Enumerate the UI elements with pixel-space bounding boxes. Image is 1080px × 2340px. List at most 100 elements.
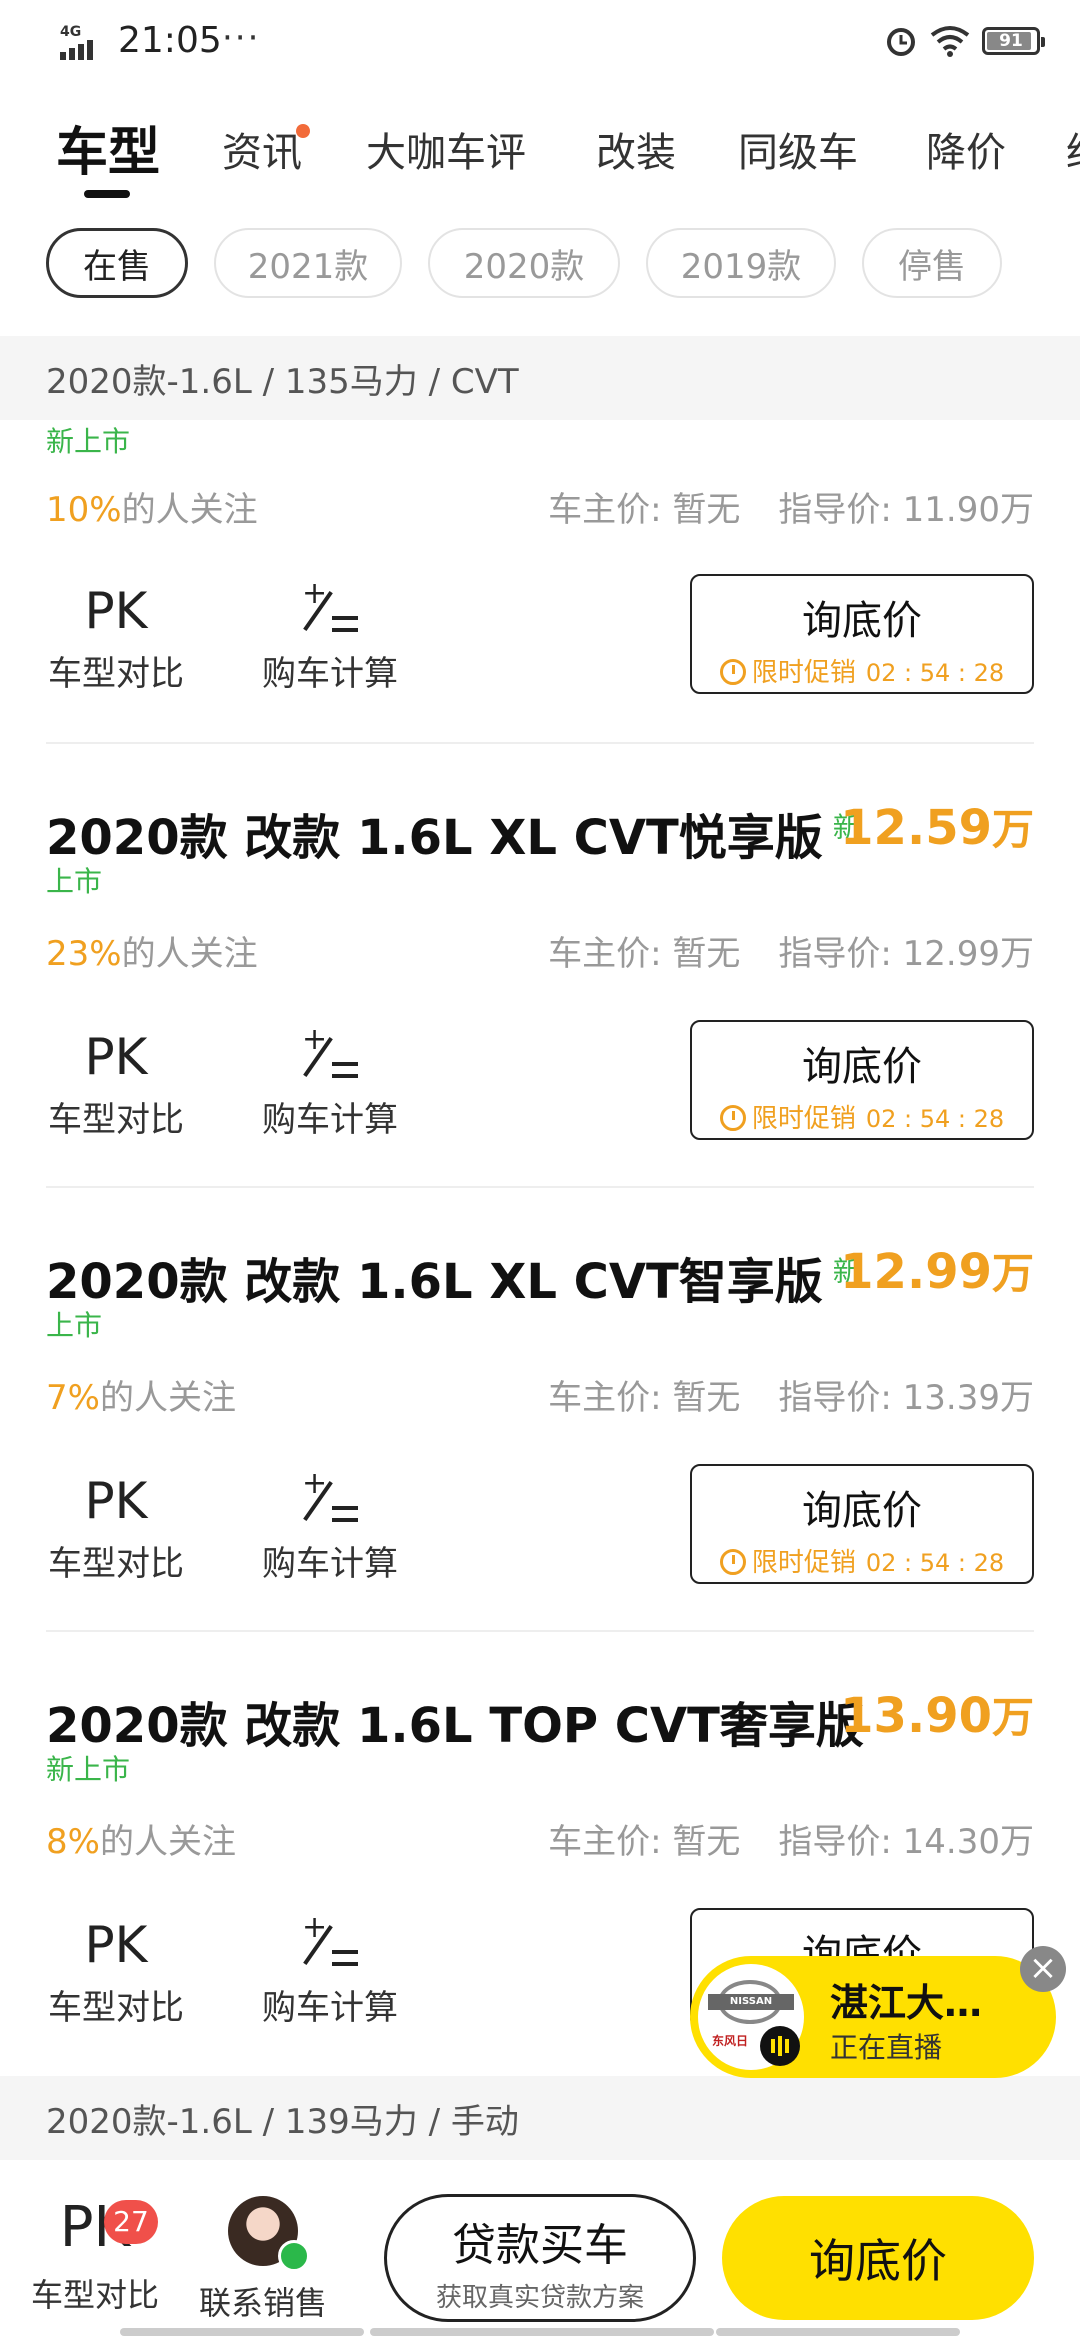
notification-dots: ··· bbox=[222, 18, 261, 58]
calculator-button[interactable]: + 购车计算 bbox=[260, 576, 400, 695]
filter-on-sale[interactable]: 在售 bbox=[46, 228, 188, 298]
wechat-icon bbox=[278, 2240, 310, 2272]
pk-icon: PK bbox=[84, 582, 148, 640]
promo-label: 限时促销 bbox=[751, 658, 856, 688]
attention-suffix: 的人关注 bbox=[99, 1822, 236, 1862]
status-time: 21:05 bbox=[118, 20, 222, 61]
filter-discontinued[interactable]: 停售 bbox=[862, 228, 1002, 298]
tab-expert-reviews[interactable]: 大咖车评 bbox=[366, 120, 526, 178]
inquiry-label: 询底价 bbox=[802, 1044, 922, 1090]
inquiry-button[interactable]: 询底价 限时促销 02 : 54 : 28 bbox=[690, 574, 1034, 694]
guide-price: 指导价: 11.90万 bbox=[778, 490, 1034, 530]
countdown: 02 : 54 : 28 bbox=[865, 659, 1005, 687]
promo-countdown: 限时促销 02 : 54 : 28 bbox=[692, 1098, 1032, 1135]
trim-title: 2020款 改款 1.6L XL CVT悦享版新 bbox=[46, 798, 861, 868]
bottom-action-bar: PK 27 车型对比 联系销售 贷款买车 获取真实贷款方案 询底价 bbox=[0, 2160, 1080, 2340]
live-audio-icon bbox=[760, 2026, 800, 2066]
inquiry-button[interactable]: 询底价 限时促销 02 : 54 : 28 bbox=[690, 1020, 1034, 1140]
group-header: 2020款-1.6L / 139马力 / 手动 bbox=[0, 2076, 1080, 2160]
list-item[interactable]: 2020款 改款 1.6L XL CVT悦享版新 上市 12.59万 23%的人… bbox=[0, 744, 1080, 1186]
clock-icon bbox=[719, 1549, 746, 1575]
compare-count-badge: 27 bbox=[104, 2200, 158, 2244]
calculator-button[interactable]: + 购车计算 bbox=[260, 1022, 400, 1141]
new-tag: 新上市 bbox=[46, 425, 131, 458]
trim-title: 2020款 改款 1.6L XL CVT智享版新 bbox=[46, 1242, 861, 1312]
compare-tab[interactable]: PK 27 车型对比 bbox=[30, 2196, 160, 2316]
filter-2020[interactable]: 2020款 bbox=[428, 228, 620, 298]
owner-price: 车主价: 暂无 bbox=[548, 1822, 741, 1862]
year-filter: 在售 2021款 2020款 2019款 停售 bbox=[0, 228, 1080, 300]
compare-button[interactable]: PK 车型对比 bbox=[46, 580, 186, 695]
calculator-button[interactable]: + 购车计算 bbox=[260, 1910, 400, 2029]
calculator-icon: + bbox=[300, 1466, 360, 1532]
pk-icon: PK bbox=[84, 1916, 148, 1974]
trim-name: 2020款 改款 1.6L XL CVT悦享版 bbox=[46, 810, 823, 866]
calculator-label: 购车计算 bbox=[262, 1544, 398, 1584]
contact-sales-button[interactable]: 联系销售 bbox=[198, 2196, 328, 2324]
trim-price: 12.59万 bbox=[840, 796, 1034, 857]
owner-price: 车主价: 暂无 bbox=[548, 1378, 741, 1418]
clock-icon bbox=[719, 659, 746, 685]
live-stream-widget[interactable]: NISSAN 东风日 湛江大… 正在直播 bbox=[690, 1956, 1056, 2078]
avatar bbox=[228, 2196, 310, 2272]
attention-percent: 23% bbox=[46, 934, 122, 974]
trim-price: 12.99万 bbox=[840, 1240, 1034, 1301]
attention-rate: 10%的人关注 bbox=[46, 482, 258, 531]
tab-price-drop[interactable]: 降价 bbox=[926, 120, 1006, 178]
logo-subtext: 东风日 bbox=[712, 2034, 749, 2048]
price-value: 12.99 bbox=[840, 1244, 992, 1300]
filter-2019[interactable]: 2019款 bbox=[646, 228, 836, 298]
tab-dealers[interactable]: 经 bbox=[1066, 120, 1080, 178]
guide-price: 指导价: 13.39万 bbox=[778, 1378, 1034, 1418]
home-indicator bbox=[716, 2328, 960, 2336]
new-tag-cont: 上市 bbox=[46, 1309, 103, 1342]
list-item[interactable]: 2020款 改款 1.6L XL CVT智享版新 上市 12.99万 7%的人关… bbox=[0, 1188, 1080, 1632]
countdown: 02 : 54 : 28 bbox=[865, 1549, 1005, 1577]
logo-text: NISSAN bbox=[708, 1994, 794, 2010]
loan-label: 贷款买车 bbox=[452, 2220, 628, 2271]
battery-icon: 91 bbox=[982, 27, 1045, 55]
network-type: 4G bbox=[60, 24, 82, 40]
attention-percent: 10% bbox=[46, 490, 122, 530]
inquiry-label: 询底价 bbox=[802, 598, 922, 644]
list-item: 新上市 10%的人关注 车主价: 暂无 指导价: 11.90万 PK 车型对比 +… bbox=[0, 420, 1080, 744]
pk-icon: PK bbox=[84, 1028, 148, 1086]
attention-suffix: 的人关注 bbox=[99, 1378, 236, 1418]
calculator-icon: + bbox=[300, 576, 360, 642]
price-value: 12.59 bbox=[840, 800, 992, 856]
pk-icon: PK bbox=[84, 1472, 148, 1530]
attention-percent: 8% bbox=[46, 1822, 100, 1862]
calculator-label: 购车计算 bbox=[262, 1100, 398, 1140]
group-header: 2020款-1.6L / 135马力 / CVT bbox=[0, 336, 1080, 420]
promo-countdown: 限时促销 02 : 54 : 28 bbox=[692, 652, 1032, 689]
news-unread-dot bbox=[296, 124, 310, 138]
inquiry-label: 询底价 bbox=[802, 1488, 922, 1534]
tab-news[interactable]: 资讯 bbox=[222, 120, 302, 178]
loan-button[interactable]: 贷款买车 获取真实贷款方案 bbox=[384, 2194, 696, 2322]
battery-level: 91 bbox=[999, 31, 1023, 51]
compare-button[interactable]: PK 车型对比 bbox=[46, 1914, 186, 2029]
price-unit: 万 bbox=[991, 1249, 1034, 1298]
compare-button[interactable]: PK 车型对比 bbox=[46, 1470, 186, 1585]
calculator-button[interactable]: + 购车计算 bbox=[260, 1466, 400, 1585]
close-icon[interactable]: × bbox=[1020, 1946, 1066, 1992]
alarm-icon bbox=[887, 28, 915, 56]
new-tag-cont: 上市 bbox=[46, 865, 103, 898]
price-value: 13.90 bbox=[840, 1688, 992, 1744]
tab-modification[interactable]: 改装 bbox=[596, 120, 676, 178]
trim-name: 2020款 改款 1.6L XL CVT智享版 bbox=[46, 1254, 823, 1310]
compare-label: 车型对比 bbox=[48, 1100, 184, 1140]
inquiry-button[interactable]: 询底价 限时促销 02 : 54 : 28 bbox=[690, 1464, 1034, 1584]
inquiry-price-button[interactable]: 询底价 bbox=[722, 2196, 1034, 2320]
price-unit: 万 bbox=[991, 1693, 1034, 1742]
tab-models[interactable]: 车型 bbox=[56, 110, 160, 185]
owner-price: 车主价: 暂无 bbox=[548, 934, 741, 974]
price-info: 车主价: 暂无 指导价: 13.39万 bbox=[548, 1370, 1034, 1419]
filter-2021[interactable]: 2021款 bbox=[214, 228, 402, 298]
signal-icon: 4G bbox=[60, 24, 112, 60]
compare-button[interactable]: PK 车型对比 bbox=[46, 1026, 186, 1141]
calculator-label: 购车计算 bbox=[262, 654, 398, 694]
calculator-icon: + bbox=[300, 1910, 360, 1976]
tab-competitors[interactable]: 同级车 bbox=[738, 120, 858, 178]
live-status: 正在直播 bbox=[830, 2031, 943, 2064]
